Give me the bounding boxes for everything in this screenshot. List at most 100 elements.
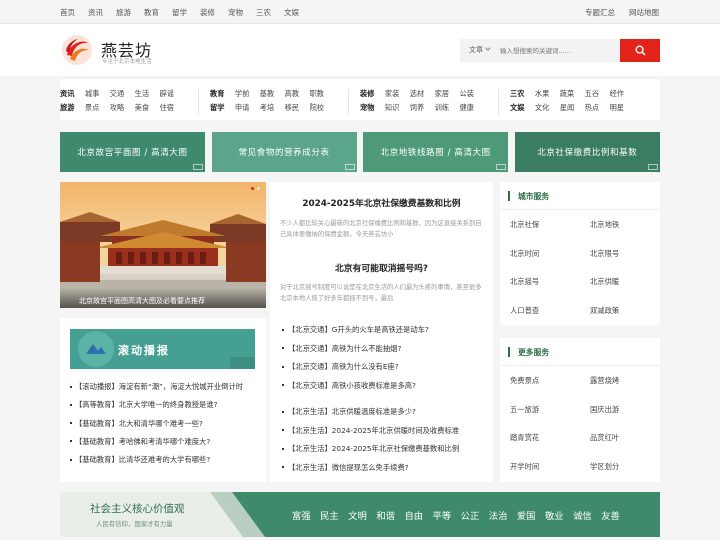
nav-subcategory[interactable]: 健康 <box>460 103 474 113</box>
topic-banner[interactable]: 北京故宫平面图 / 高清大图 <box>60 132 205 172</box>
carousel-dot[interactable] <box>257 187 260 190</box>
service-link[interactable]: 北京供暖 <box>580 267 660 295</box>
search-button[interactable] <box>620 39 660 62</box>
nav-category[interactable]: 资讯 <box>60 89 74 99</box>
carousel-dot[interactable] <box>251 187 254 190</box>
topic-banner-label: 北京故宫平面图 / 高清大图 <box>77 148 188 158</box>
service-link[interactable]: 露营烧烤 <box>580 366 660 394</box>
scroll-news-item[interactable]: 【基础教育】考哈佛和考清华哪个难度大? <box>70 437 260 455</box>
top-right-link[interactable]: 专题汇总 <box>585 7 615 18</box>
top-nav-link[interactable]: 首页 <box>60 7 75 18</box>
article-link[interactable]: 【北京生活】2024-2025年北京供暖时间及收费标准 <box>282 426 492 445</box>
service-link[interactable]: 双减政策 <box>580 296 660 324</box>
top-nav-link[interactable]: 装修 <box>200 7 215 18</box>
featured-photo[interactable]: 北京故宫平面图高清大图及必看要点推荐 <box>60 182 266 308</box>
nav-subcategory[interactable]: 城事 <box>85 89 99 99</box>
search-scope-select[interactable]: 文章 <box>460 39 494 62</box>
service-link[interactable]: 免费景点 <box>500 366 580 394</box>
nav-subcategory[interactable]: 生活 <box>135 89 149 99</box>
article-link[interactable]: 【北京交通】高铁小孩收费标准是多高? <box>282 381 492 400</box>
nav-category[interactable]: 旅游 <box>60 103 74 113</box>
nav-subcategory[interactable]: 学前 <box>235 89 249 99</box>
scroll-news-item[interactable]: 【高等教育】北京大学唯一的终身教授是谁? <box>70 400 260 418</box>
top-nav-link[interactable]: 三农 <box>256 7 271 18</box>
carousel-dots[interactable] <box>251 187 260 190</box>
nav-category[interactable]: 宠物 <box>360 103 374 113</box>
nav-subcategory[interactable]: 交通 <box>110 89 124 99</box>
nav-subcategory[interactable]: 景点 <box>85 103 99 113</box>
nav-subcategory[interactable]: 辟谣 <box>160 89 174 99</box>
article-link[interactable]: 【北京生活】北京供暖温度标准是多少? <box>282 407 492 426</box>
nav-subcategory[interactable]: 职教 <box>310 89 324 99</box>
article-link[interactable]: 【北京交通】高铁为什么没有E座? <box>282 362 492 381</box>
nav-subcategory[interactable]: 明星 <box>610 103 624 113</box>
article-link[interactable]: 【北京交通】高铁为什么不能抽烟? <box>282 344 492 363</box>
photo-caption[interactable]: 北京故宫平面图高清大图及必看要点推荐 <box>60 288 266 308</box>
nav-subcategory[interactable]: 高教 <box>285 89 299 99</box>
nav-subcategory[interactable]: 热点 <box>585 103 599 113</box>
nav-category[interactable]: 教育 <box>210 89 224 99</box>
top-nav-link[interactable]: 宠物 <box>228 7 243 18</box>
nav-subcategory[interactable]: 水果 <box>535 89 549 99</box>
service-link[interactable]: 品赏红叶 <box>580 423 660 451</box>
topic-banner[interactable]: 北京社保缴费比例和基数 <box>514 132 660 172</box>
nav-subcategory[interactable]: 家装 <box>385 89 399 99</box>
nav-subcategory[interactable]: 考培 <box>260 103 274 113</box>
nav-category[interactable]: 文娱 <box>510 103 524 113</box>
service-link[interactable]: 北京时间 <box>500 239 580 267</box>
nav-category[interactable]: 三农 <box>510 89 524 99</box>
nav-subcategory[interactable]: 住宿 <box>160 103 174 113</box>
scroll-news-item[interactable]: 【滚动播报】海淀有新“潮”，海淀大悦城开业倒计时 <box>70 382 260 400</box>
article-link[interactable]: 【北京生活】2024-2025年北京社保缴费基数和比例 <box>282 444 492 463</box>
service-link[interactable]: 北京摇号 <box>500 267 580 295</box>
scroll-news-banner[interactable]: 滚动播报 <box>70 329 255 369</box>
more-services-box: 更多服务 免费景点 露营烧烤 五一旅游 国庆出游 踏青赏花 品赏红叶 开学时间 学区划分 <box>500 338 660 482</box>
service-link[interactable]: 北京地铁 <box>580 210 660 238</box>
article-link[interactable]: 【北京生活】微信提现怎么免手续费? <box>282 463 492 482</box>
site-logo-icon[interactable] <box>61 34 93 66</box>
nav-subcategory[interactable]: 星闻 <box>560 103 574 113</box>
service-link[interactable]: 学区划分 <box>580 452 660 480</box>
nav-subcategory[interactable]: 美食 <box>135 103 149 113</box>
topic-banner[interactable]: 北京地铁线路图 / 高清大图 <box>363 132 509 172</box>
nav-subcategory[interactable]: 训练 <box>435 103 449 113</box>
nav-subcategory[interactable]: 文化 <box>535 103 549 113</box>
top-nav-link[interactable]: 教育 <box>144 7 159 18</box>
article-title[interactable]: 北京有可能取消摇号吗? <box>270 261 493 274</box>
scroll-news-item[interactable]: 【基础教育】比清华还难考的大学有哪些? <box>70 455 260 473</box>
nav-category[interactable]: 装修 <box>360 89 374 99</box>
top-nav-link[interactable]: 资讯 <box>88 7 103 18</box>
nav-subcategory[interactable]: 家居 <box>435 89 449 99</box>
service-link[interactable]: 国庆出游 <box>580 395 660 423</box>
topic-banner[interactable]: 常见食物的营养成分表 <box>211 132 357 172</box>
article-title[interactable]: 2024-2025年北京社保缴费基数和比例 <box>270 196 493 209</box>
top-right-link[interactable]: 网站地图 <box>629 7 659 18</box>
service-link[interactable]: 五一旅游 <box>500 395 580 423</box>
nav-subcategory[interactable]: 移民 <box>285 103 299 113</box>
nav-subcategory[interactable]: 蔬菜 <box>560 89 574 99</box>
nav-subcategory[interactable]: 院校 <box>310 103 324 113</box>
top-nav-link[interactable]: 文娱 <box>284 7 299 18</box>
nav-subcategory[interactable]: 选材 <box>410 89 424 99</box>
top-nav-link[interactable]: 留学 <box>172 7 187 18</box>
nav-subcategory[interactable]: 饲养 <box>410 103 424 113</box>
service-link[interactable]: 北京限号 <box>580 239 660 267</box>
service-link[interactable]: 开学时间 <box>500 452 580 480</box>
core-value: 民主 <box>320 511 339 522</box>
nav-subcategory[interactable]: 知识 <box>385 103 399 113</box>
article-link[interactable]: 【北京交通】G开头的火车是高铁还是动车? <box>282 325 492 344</box>
nav-subcategory[interactable]: 攻略 <box>110 103 124 113</box>
nav-subcategory[interactable]: 公装 <box>460 89 474 99</box>
nav-subcategory[interactable]: 申请 <box>235 103 249 113</box>
nav-subcategory[interactable]: 五谷 <box>585 89 599 99</box>
search-input[interactable] <box>494 39 620 62</box>
top-nav-link[interactable]: 旅游 <box>116 7 131 18</box>
service-link[interactable]: 踏青赏花 <box>500 423 580 451</box>
core-values-banner[interactable]: 社会主义核心价值观 人民有信仰，国家才有力量 富强 民主 文明 和谐 自由 平等 公正 法治爱… <box>60 492 660 537</box>
nav-category[interactable]: 留学 <box>210 103 224 113</box>
service-link[interactable]: 人口普查 <box>500 296 580 324</box>
nav-subcategory[interactable]: 基教 <box>260 89 274 99</box>
nav-subcategory[interactable]: 经作 <box>610 89 624 99</box>
scroll-news-item[interactable]: 【基础教育】北大和清华哪个难考一些? <box>70 419 260 437</box>
service-link[interactable]: 北京社保 <box>500 210 580 238</box>
